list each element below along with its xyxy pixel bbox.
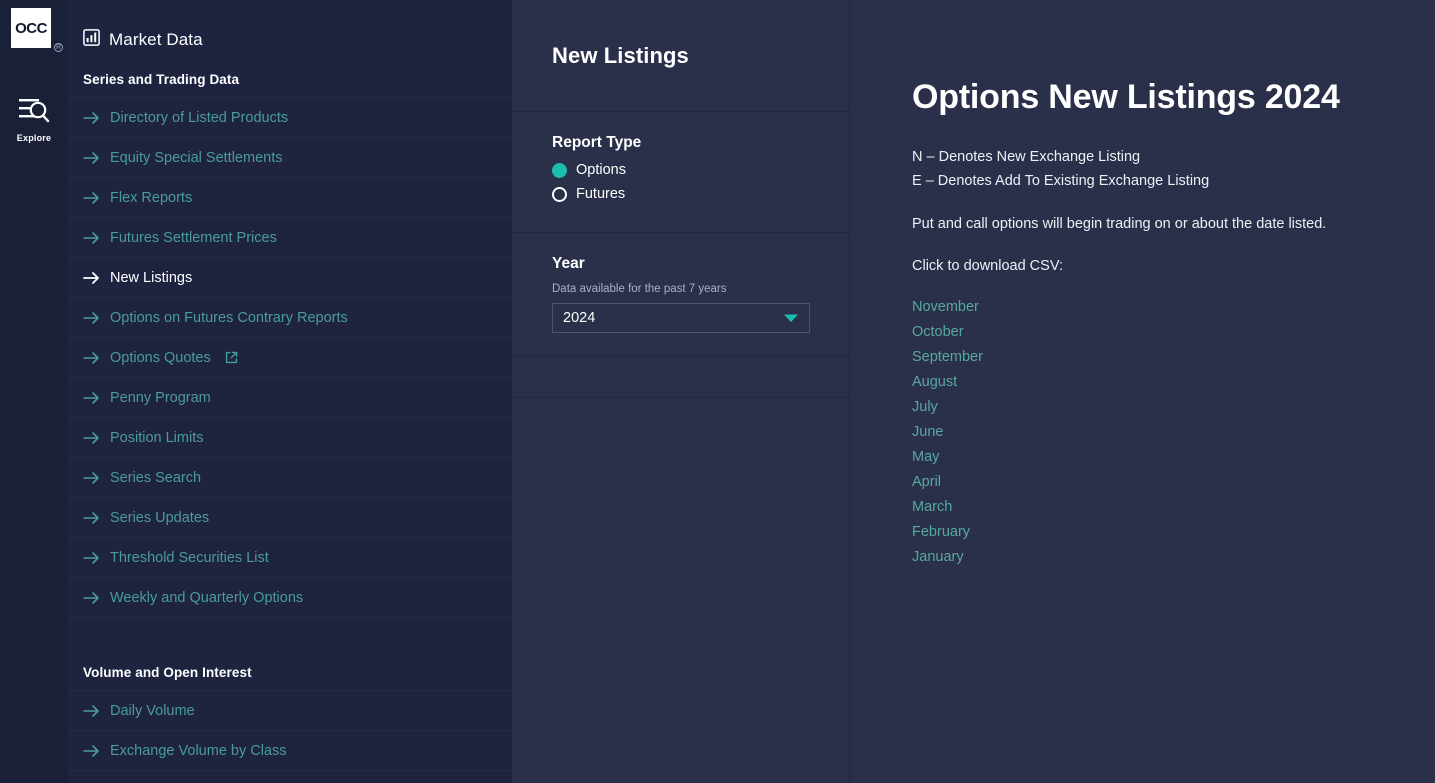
sidebar-item-label: Weekly and Quarterly Options <box>110 589 304 606</box>
radio-unselected-icon <box>552 186 567 202</box>
menu-search-icon <box>17 96 51 131</box>
sidebar-item-label: Exchange Volume by Class <box>110 742 287 759</box>
sidebar-item-label: Threshold Securities List <box>110 549 269 566</box>
arrow-right-icon <box>83 704 100 717</box>
csv-link-july[interactable]: July <box>912 395 938 420</box>
sidebar-item-directory-of-listed-products[interactable]: Directory of Listed Products <box>68 97 512 137</box>
app-root: OCC R Explore Market Data Series and Tra… <box>0 0 1435 783</box>
sidebar-item-daily-volume[interactable]: Daily Volume <box>68 690 512 730</box>
arrow-right-icon <box>83 231 100 244</box>
sidebar-header-title: Market Data <box>109 30 203 49</box>
radio-label: Futures <box>576 186 626 202</box>
chevron-down-icon <box>783 313 799 323</box>
radio-option-options[interactable]: Options <box>552 162 809 178</box>
sidebar-item-threshold-securities-list[interactable]: Threshold Securities List <box>68 537 512 577</box>
left-nav-rail: OCC R Explore <box>0 0 68 783</box>
market-data-sidebar: Market Data Series and Trading Data Dire… <box>68 0 512 783</box>
arrow-right-icon <box>83 471 100 484</box>
sidebar-item-futures-settlement-prices[interactable]: Futures Settlement Prices <box>68 217 512 257</box>
sidebar-item-label: Daily Volume <box>110 702 195 719</box>
explore-button[interactable]: Explore <box>17 96 51 143</box>
registered-mark-icon: R <box>54 43 63 52</box>
csv-link-november[interactable]: November <box>912 295 979 320</box>
arrow-right-icon <box>83 591 100 604</box>
explore-label: Explore <box>16 133 52 143</box>
sidebar-item-weekly-and-quarterly-options[interactable]: Weekly and Quarterly Options <box>68 577 512 617</box>
year-section: Year Data available for the past 7 years… <box>512 233 849 356</box>
arrow-right-icon <box>83 431 100 444</box>
sidebar-list-end-divider <box>68 770 512 771</box>
sidebar-item-label: Series Updates <box>110 509 210 526</box>
report-type-section: Report Type Options Futures <box>512 112 849 233</box>
sidebar-item-label: Options Quotes <box>110 349 211 366</box>
download-prompt: Click to download CSV: <box>912 258 1063 274</box>
csv-link-june[interactable]: June <box>912 420 943 445</box>
csv-link-january[interactable]: January <box>912 545 964 570</box>
occ-logo-text: OCC <box>15 19 47 37</box>
legend-existing-listing: E – Denotes Add To Existing Exchange Lis… <box>912 173 1210 189</box>
sidebar-item-penny-program[interactable]: Penny Program <box>68 377 512 417</box>
sidebar-item-label: Futures Settlement Prices <box>110 229 277 246</box>
legend-new-listing: N – Denotes New Exchange Listing <box>912 149 1141 165</box>
sidebar-item-flex-reports[interactable]: Flex Reports <box>68 177 512 217</box>
arrow-right-icon <box>83 744 100 757</box>
year-select[interactable]: 2024 <box>552 303 810 333</box>
sidebar-item-label: Position Limits <box>110 429 204 446</box>
radio-selected-icon <box>552 162 567 178</box>
sidebar-item-exchange-volume-by-class[interactable]: Exchange Volume by Class <box>68 730 512 770</box>
filters-panel: New Listings Report Type Options Futures… <box>512 0 850 783</box>
csv-month-links: November October September August July J… <box>912 295 1435 570</box>
arrow-right-icon <box>83 191 100 204</box>
arrow-right-icon <box>83 391 100 404</box>
csv-link-october[interactable]: October <box>912 320 964 345</box>
radio-label: Options <box>576 162 626 178</box>
panel-footer-divider <box>512 356 849 398</box>
occ-logo[interactable]: OCC R <box>11 8 63 52</box>
sidebar-group-title-series: Series and Trading Data <box>83 72 240 87</box>
arrow-right-icon <box>83 511 100 524</box>
arrow-right-icon <box>83 111 100 124</box>
sidebar-item-equity-special-settlements[interactable]: Equity Special Settlements <box>68 137 512 177</box>
page-title: Options New Listings 2024 <box>912 78 1340 116</box>
sidebar-item-position-limits[interactable]: Position Limits <box>68 417 512 457</box>
sidebar-item-label: Series Search <box>110 469 202 486</box>
sidebar-item-label: Flex Reports <box>110 189 193 206</box>
sidebar-group-divider <box>68 617 512 653</box>
csv-link-february[interactable]: February <box>912 520 970 545</box>
external-link-icon <box>225 351 238 364</box>
sidebar-item-label: New Listings <box>110 269 193 286</box>
year-select-value: 2024 <box>563 310 596 326</box>
arrow-right-icon <box>83 351 100 364</box>
sidebar-item-label: Directory of Listed Products <box>110 109 289 126</box>
sidebar-item-series-search[interactable]: Series Search <box>68 457 512 497</box>
sidebar-group-title-volume: Volume and Open Interest <box>83 665 252 680</box>
csv-link-may[interactable]: May <box>912 445 939 470</box>
year-label: Year <box>552 255 585 272</box>
sidebar-header: Market Data <box>68 0 512 60</box>
arrow-right-icon <box>83 271 100 284</box>
csv-link-september[interactable]: September <box>912 345 983 370</box>
sidebar-item-series-updates[interactable]: Series Updates <box>68 497 512 537</box>
csv-link-april[interactable]: April <box>912 470 941 495</box>
sidebar-item-label: Options on Futures Contrary Reports <box>110 309 348 326</box>
sidebar-item-label: Penny Program <box>110 389 211 406</box>
bar-chart-icon <box>83 29 100 51</box>
sidebar-item-new-listings[interactable]: New Listings <box>68 257 512 297</box>
csv-link-august[interactable]: August <box>912 370 957 395</box>
radio-option-futures[interactable]: Futures <box>552 186 809 202</box>
arrow-right-icon <box>83 311 100 324</box>
trading-note: Put and call options will begin trading … <box>912 216 1327 232</box>
arrow-right-icon <box>83 551 100 564</box>
sidebar-item-options-quotes[interactable]: Options Quotes <box>68 337 512 377</box>
arrow-right-icon <box>83 151 100 164</box>
panel-title: New Listings <box>552 42 689 68</box>
csv-link-march[interactable]: March <box>912 495 952 520</box>
panel-header: New Listings <box>512 0 849 112</box>
sidebar-item-label: Equity Special Settlements <box>110 149 283 166</box>
report-type-label: Report Type <box>552 134 642 151</box>
sidebar-item-options-on-futures-contrary-reports[interactable]: Options on Futures Contrary Reports <box>68 297 512 337</box>
year-helper-text: Data available for the past 7 years <box>552 283 727 295</box>
main-content: Options New Listings 2024 N – Denotes Ne… <box>850 0 1435 783</box>
